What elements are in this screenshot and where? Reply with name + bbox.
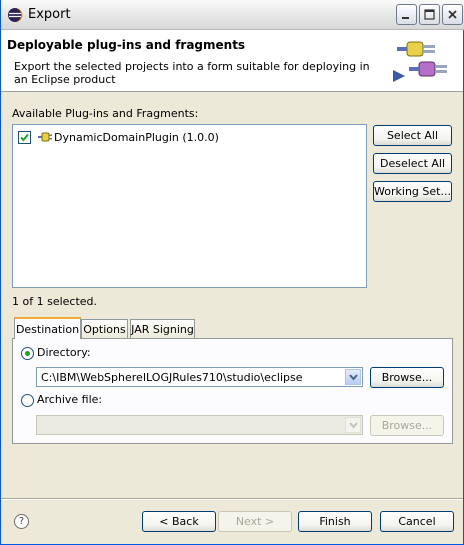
browse-directory-button[interactable]: Browse... [370, 367, 444, 388]
plugins-list[interactable]: DynamicDomainPlugin (1.0.0) [12, 124, 367, 288]
close-button[interactable] [442, 4, 463, 25]
minimize-icon [402, 17, 409, 19]
tab-jar-signing[interactable]: JAR Signing [130, 319, 195, 338]
minimize-button[interactable] [396, 4, 417, 25]
list-item[interactable]: DynamicDomainPlugin (1.0.0) [18, 129, 219, 145]
plugin-export-illustration-icon [393, 41, 447, 82]
next-button[interactable]: Next > [218, 511, 292, 532]
plugin-checkbox[interactable] [18, 130, 31, 144]
cancel-button[interactable]: Cancel [380, 511, 454, 532]
deselect-all-button[interactable]: Deselect All [373, 153, 452, 174]
directory-value: C:\IBM\WebSphereILOGJRules710\studio\ecl… [41, 371, 303, 384]
tab-options[interactable]: Options [81, 319, 128, 338]
maximize-icon [424, 9, 435, 20]
tab-destination-label: Destination [15, 322, 80, 336]
archive-file-combo[interactable] [36, 415, 363, 435]
checkmark-icon [20, 133, 29, 141]
tab-jar-signing-label: JAR Signing [131, 322, 194, 336]
browse-archive-button[interactable]: Browse... [370, 415, 444, 436]
combo-dropdown-button[interactable] [345, 417, 361, 433]
tab-destination[interactable]: Destination [14, 317, 81, 339]
help-icon[interactable]: ? [14, 514, 29, 529]
combo-dropdown-button[interactable] [345, 369, 361, 385]
plugins-list-label: Available Plug-ins and Fragments: [12, 107, 199, 120]
destination-panel: Directory: C:\IBM\WebSphereILOGJRules710… [12, 338, 453, 444]
export-dialog: Export Deployable plug-ins and fragments… [0, 0, 464, 545]
select-all-button[interactable]: Select All [373, 125, 452, 146]
maximize-button[interactable] [419, 4, 440, 25]
page-description: Export the selected projects into a form… [14, 60, 370, 86]
selection-status: 1 of 1 selected. [12, 295, 98, 308]
directory-radio[interactable] [21, 347, 34, 360]
eclipse-icon [8, 8, 23, 22]
chevron-down-icon [349, 374, 358, 381]
directory-combo[interactable]: C:\IBM\WebSphereILOGJRules710\studio\ecl… [36, 367, 363, 387]
wizard-banner: Deployable plug-ins and fragments Export… [1, 30, 463, 92]
close-icon [448, 10, 457, 19]
title-bar[interactable]: Export [1, 0, 464, 30]
archive-file-label: Archive file: [37, 393, 103, 406]
directory-label: Directory: [37, 346, 91, 359]
plugin-label: DynamicDomainPlugin (1.0.0) [54, 130, 219, 144]
plugin-icon [38, 132, 52, 142]
tab-options-label: Options [83, 322, 126, 336]
archive-file-radio[interactable] [21, 394, 34, 407]
chevron-down-icon [349, 422, 358, 429]
window-title: Export [28, 7, 71, 22]
footer-separator [1, 498, 463, 500]
back-button[interactable]: < Back [142, 511, 216, 532]
page-title: Deployable plug-ins and fragments [7, 38, 246, 52]
finish-button[interactable]: Finish [298, 511, 372, 532]
working-set-button[interactable]: Working Set... [373, 181, 452, 202]
